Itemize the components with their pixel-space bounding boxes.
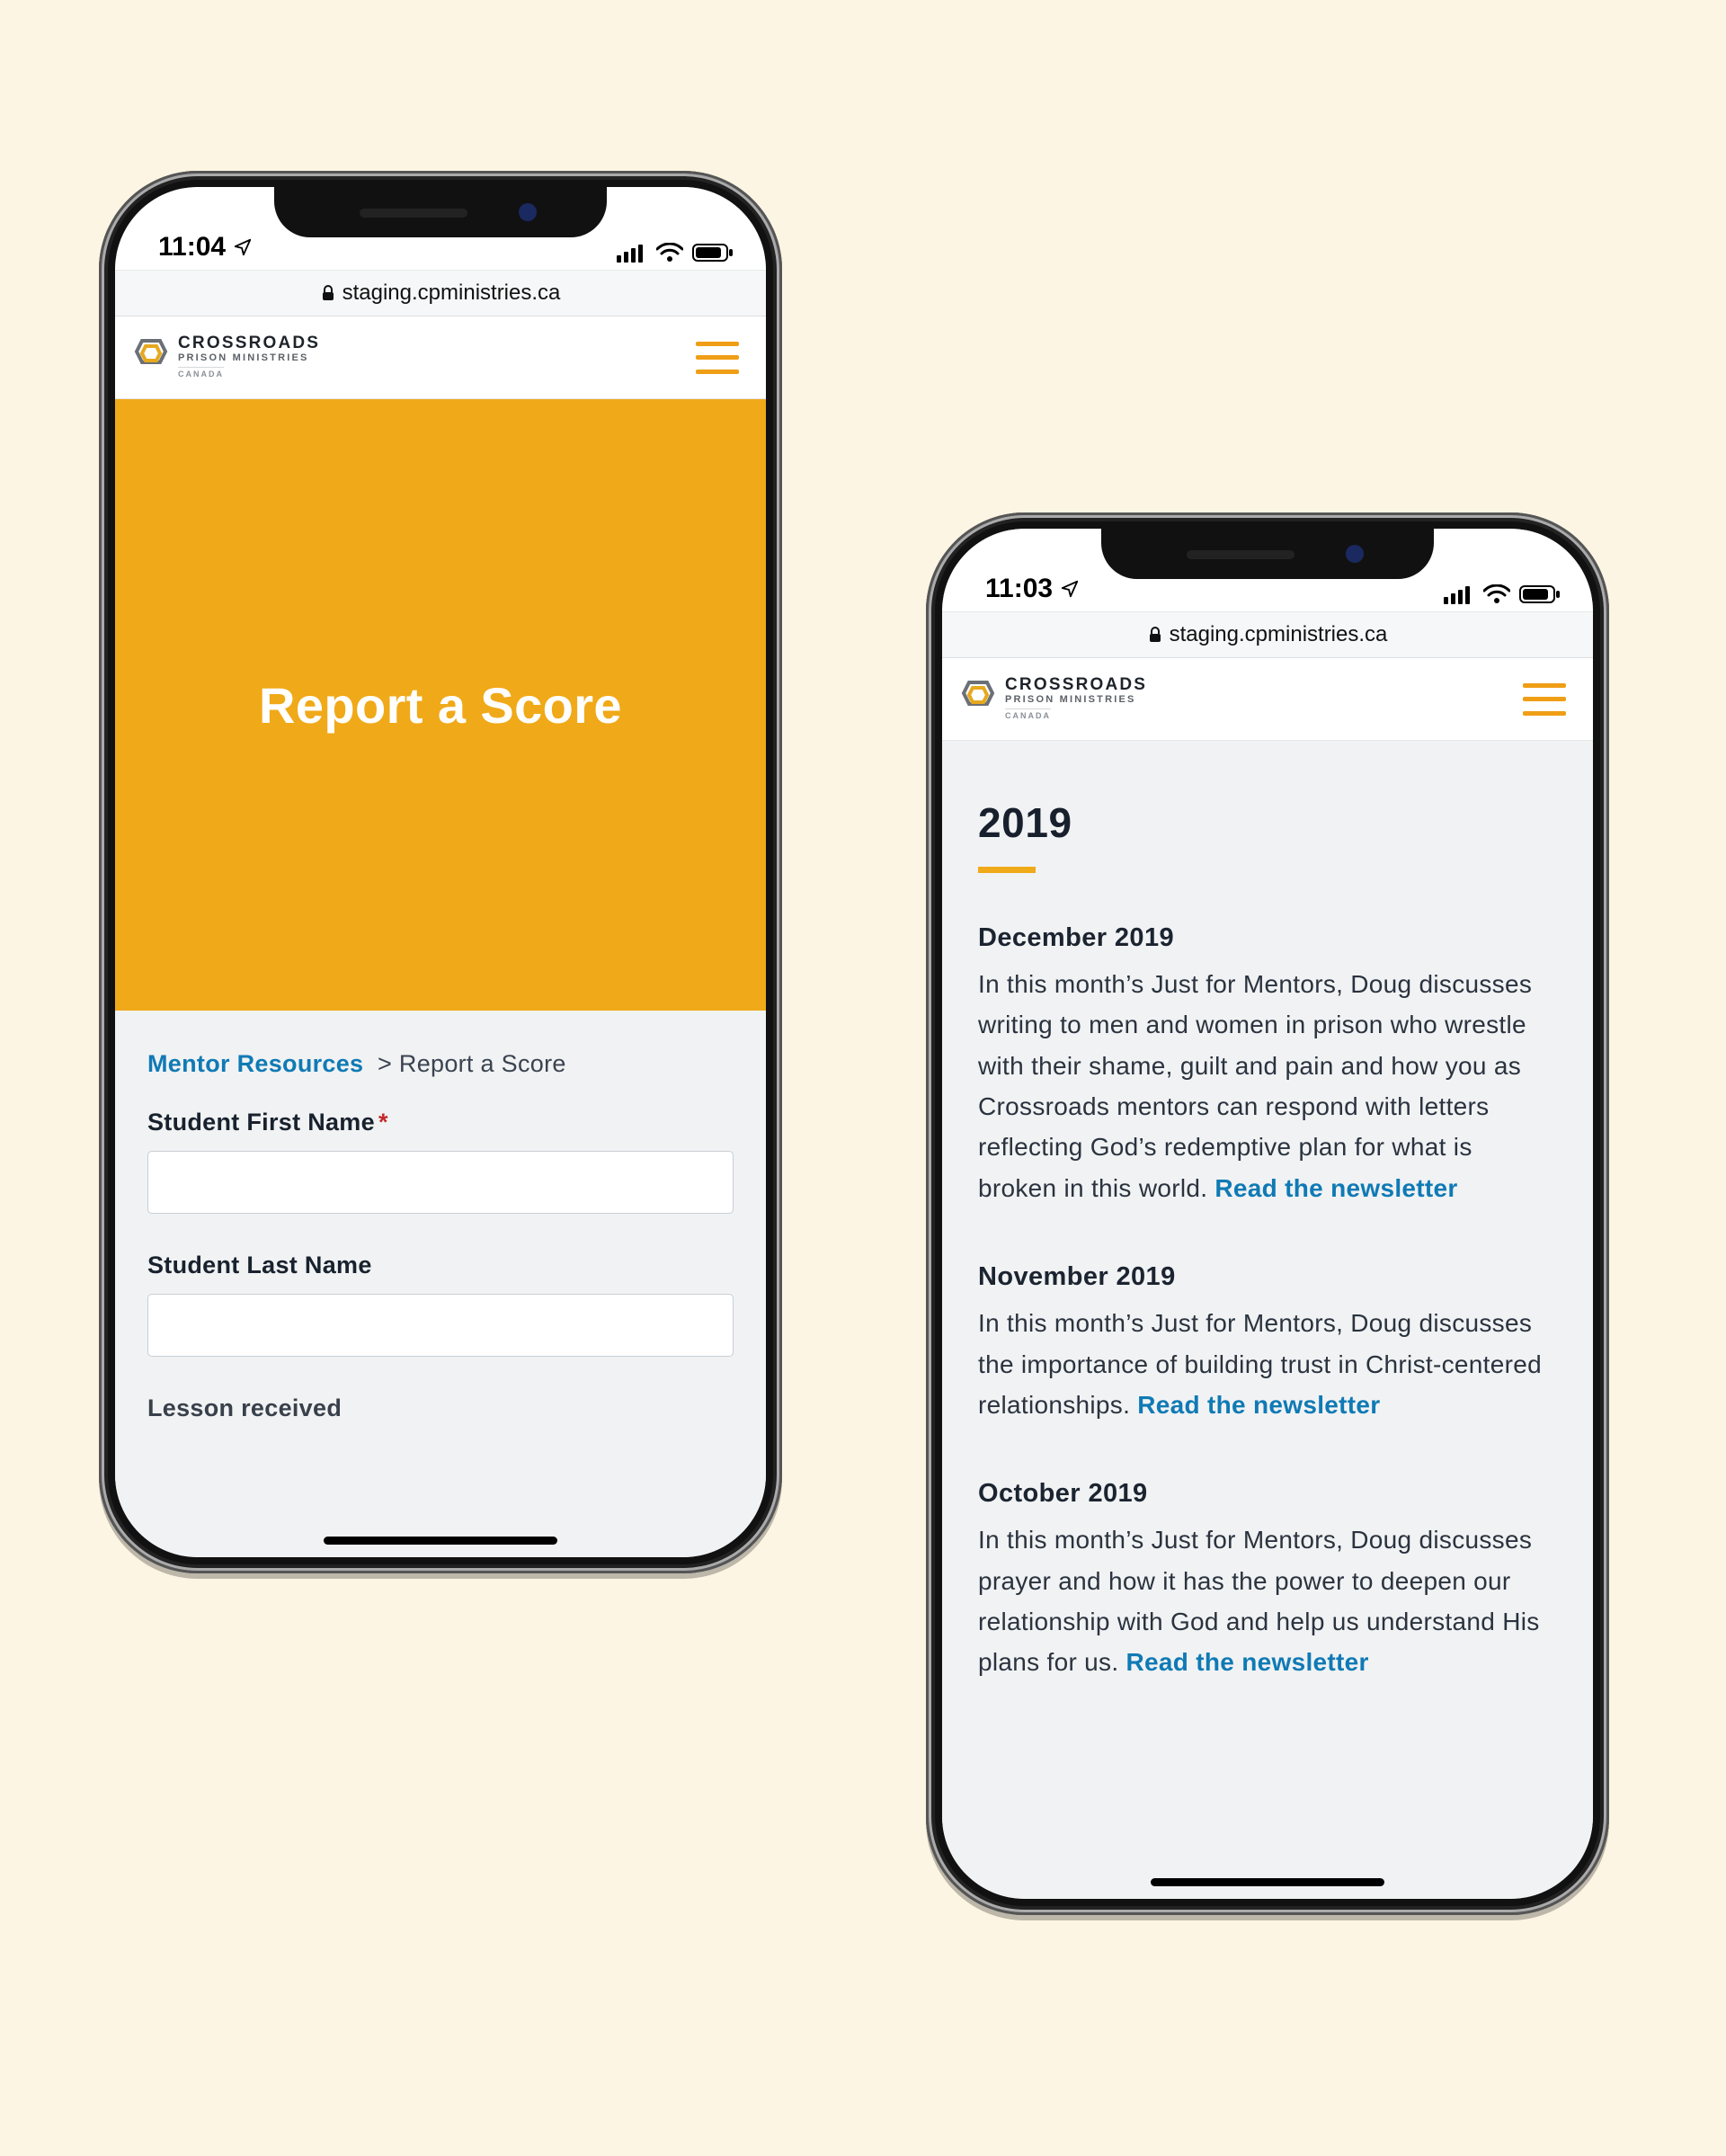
entry-body: In this month’s Just for Mentors, Doug d… (978, 964, 1557, 1208)
brand-line3: CANADA (1005, 708, 1051, 720)
brand-mark-icon (133, 337, 169, 378)
menu-button[interactable] (696, 342, 739, 374)
heading-underline (978, 867, 1036, 873)
screen: 11:04 staging.cpministr (115, 187, 766, 1557)
home-indicator[interactable] (1151, 1878, 1384, 1886)
site-header: CROSSROADS PRISON MINISTRIES CANADA (115, 316, 766, 399)
brand-line2: PRISON MINISTRIES (1005, 695, 1147, 705)
read-newsletter-link[interactable]: Read the newsletter (1214, 1174, 1457, 1202)
device-notch (1101, 529, 1434, 579)
battery-icon (692, 243, 734, 263)
battery-icon (1519, 584, 1561, 604)
newsletter-archive: 2019 December 2019 In this month’s Just … (942, 741, 1593, 1899)
location-icon (233, 237, 253, 257)
browser-address-bar[interactable]: staging.cpministries.ca (115, 270, 766, 316)
input-student-last-name[interactable] (147, 1294, 734, 1357)
entry-body: In this month’s Just for Mentors, Doug d… (978, 1519, 1557, 1682)
phone-mockup-newsletter-archive: 11:03 staging.cpministr (926, 512, 1609, 1915)
browser-address-bar[interactable]: staging.cpministries.ca (942, 611, 1593, 658)
device-notch (274, 187, 607, 237)
address-url: staging.cpministries.ca (343, 281, 561, 306)
location-icon (1060, 579, 1080, 599)
lock-icon (321, 285, 335, 301)
brand-logo[interactable]: CROSSROADS PRISON MINISTRIES CANADA (133, 334, 320, 380)
entry-title: October 2019 (978, 1479, 1557, 1509)
brand-text: CROSSROADS PRISON MINISTRIES CANADA (1005, 676, 1147, 722)
brand-mark-icon (960, 679, 996, 719)
form-body: Mentor Resources > Report a Score Studen… (115, 1011, 766, 1557)
breadcrumb-separator (370, 1050, 378, 1077)
entry-title: November 2019 (978, 1262, 1557, 1292)
breadcrumb: Mentor Resources > Report a Score (147, 1050, 734, 1078)
entry-title: December 2019 (978, 923, 1557, 953)
home-indicator[interactable] (324, 1537, 557, 1545)
page-title: Report a Score (259, 676, 622, 735)
read-newsletter-link[interactable]: Read the newsletter (1137, 1391, 1380, 1419)
brand-logo[interactable]: CROSSROADS PRISON MINISTRIES CANADA (960, 676, 1147, 722)
screen: 11:03 staging.cpministr (942, 529, 1593, 1899)
newsletter-entry: December 2019 In this month’s Just for M… (978, 923, 1557, 1208)
newsletter-entry: November 2019 In this month’s Just for M… (978, 1262, 1557, 1425)
breadcrumb-root-link[interactable]: Mentor Resources (147, 1050, 363, 1077)
lock-icon (1148, 627, 1162, 643)
status-time: 11:03 (985, 574, 1053, 604)
field-student-first-name: Student First Name* (147, 1109, 734, 1214)
entry-body: In this month’s Just for Mentors, Doug d… (978, 1303, 1557, 1425)
brand-line2: PRISON MINISTRIES (178, 353, 320, 363)
input-student-first-name[interactable] (147, 1151, 734, 1214)
cell-signal-icon (1444, 584, 1474, 604)
page-hero: Report a Score (115, 399, 766, 1011)
status-time: 11:04 (158, 232, 226, 263)
label-student-first-name: Student First Name* (147, 1109, 734, 1136)
brand-line1: CROSSROADS (1005, 676, 1147, 693)
read-newsletter-link[interactable]: Read the newsletter (1126, 1648, 1369, 1676)
address-url: staging.cpministries.ca (1170, 622, 1388, 647)
wifi-icon (656, 243, 683, 263)
newsletter-entry: October 2019 In this month’s Just for Me… (978, 1479, 1557, 1682)
label-student-last-name: Student Last Name (147, 1252, 734, 1279)
phone-mockup-report-score: 11:04 staging.cpministr (99, 171, 782, 1573)
archive-year-heading: 2019 (978, 798, 1557, 847)
label-lesson-received: Lesson received (147, 1394, 734, 1422)
wifi-icon (1483, 584, 1510, 604)
brand-line3: CANADA (178, 367, 224, 379)
required-asterisk: * (378, 1109, 388, 1136)
brand-line1: CROSSROADS (178, 334, 320, 352)
site-header: CROSSROADS PRISON MINISTRIES CANADA (942, 658, 1593, 741)
cell-signal-icon (617, 243, 647, 263)
brand-text: CROSSROADS PRISON MINISTRIES CANADA (178, 334, 320, 380)
menu-button[interactable] (1523, 683, 1566, 716)
field-student-last-name: Student Last Name (147, 1252, 734, 1357)
